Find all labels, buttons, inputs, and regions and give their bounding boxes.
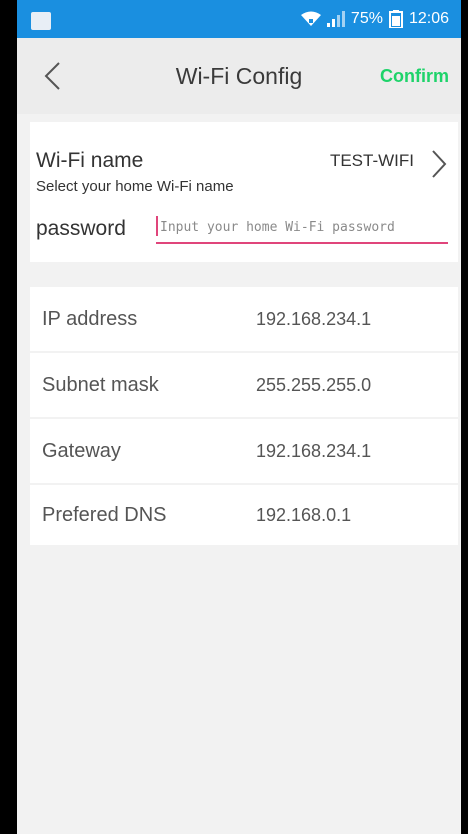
screen: 75% 12:06 Wi-Fi Config Confirm Wi-Fi nam… [17, 0, 461, 834]
network-card: IP address 192.168.234.1 Subnet mask 255… [30, 287, 458, 545]
wifi-card: Wi-Fi name Select your home Wi-Fi name T… [30, 122, 458, 262]
battery-percent: 75% [350, 10, 383, 27]
password-label: password [36, 217, 126, 240]
app-header: Wi-Fi Config Confirm [17, 38, 461, 114]
status-right-group: 75% 12:06 [300, 0, 449, 38]
network-row-ip: IP address 192.168.234.1 [30, 287, 458, 351]
chevron-left-icon[interactable] [41, 60, 65, 92]
network-row-subnet: Subnet mask 255.255.255.0 [30, 353, 458, 417]
wifi-name-label: Wi-Fi name [36, 149, 144, 172]
status-time: 12:06 [408, 10, 449, 27]
password-input[interactable] [156, 212, 448, 244]
preferred-dns-value: 192.168.0.1 [256, 505, 352, 525]
wifi-name-value[interactable]: TEST-WIFI [330, 151, 414, 171]
gateway-label: Gateway [42, 440, 121, 462]
network-row-dns: Prefered DNS 192.168.0.1 [30, 483, 458, 547]
status-bar: 75% 12:06 [17, 0, 461, 38]
chevron-right-icon[interactable] [430, 148, 448, 180]
notification-app-icon [31, 12, 51, 30]
battery-icon [388, 10, 403, 28]
wifi-signal-icon [300, 11, 321, 27]
confirm-button[interactable]: Confirm [380, 38, 449, 114]
subnet-mask-label: Subnet mask [42, 374, 159, 396]
subnet-mask-value: 255.255.255.0 [256, 375, 372, 395]
preferred-dns-label: Prefered DNS [42, 504, 167, 526]
ip-address-value: 192.168.234.1 [256, 309, 372, 329]
text-caret [156, 216, 158, 236]
ip-address-label: IP address [42, 308, 138, 330]
network-row-gateway: Gateway 192.168.234.1 [30, 419, 458, 483]
cell-signal-icon [326, 11, 345, 27]
wifi-name-hint: Select your home Wi-Fi name [36, 178, 234, 195]
device-frame: 75% 12:06 Wi-Fi Config Confirm Wi-Fi nam… [0, 0, 468, 834]
gateway-value: 192.168.234.1 [256, 441, 372, 461]
